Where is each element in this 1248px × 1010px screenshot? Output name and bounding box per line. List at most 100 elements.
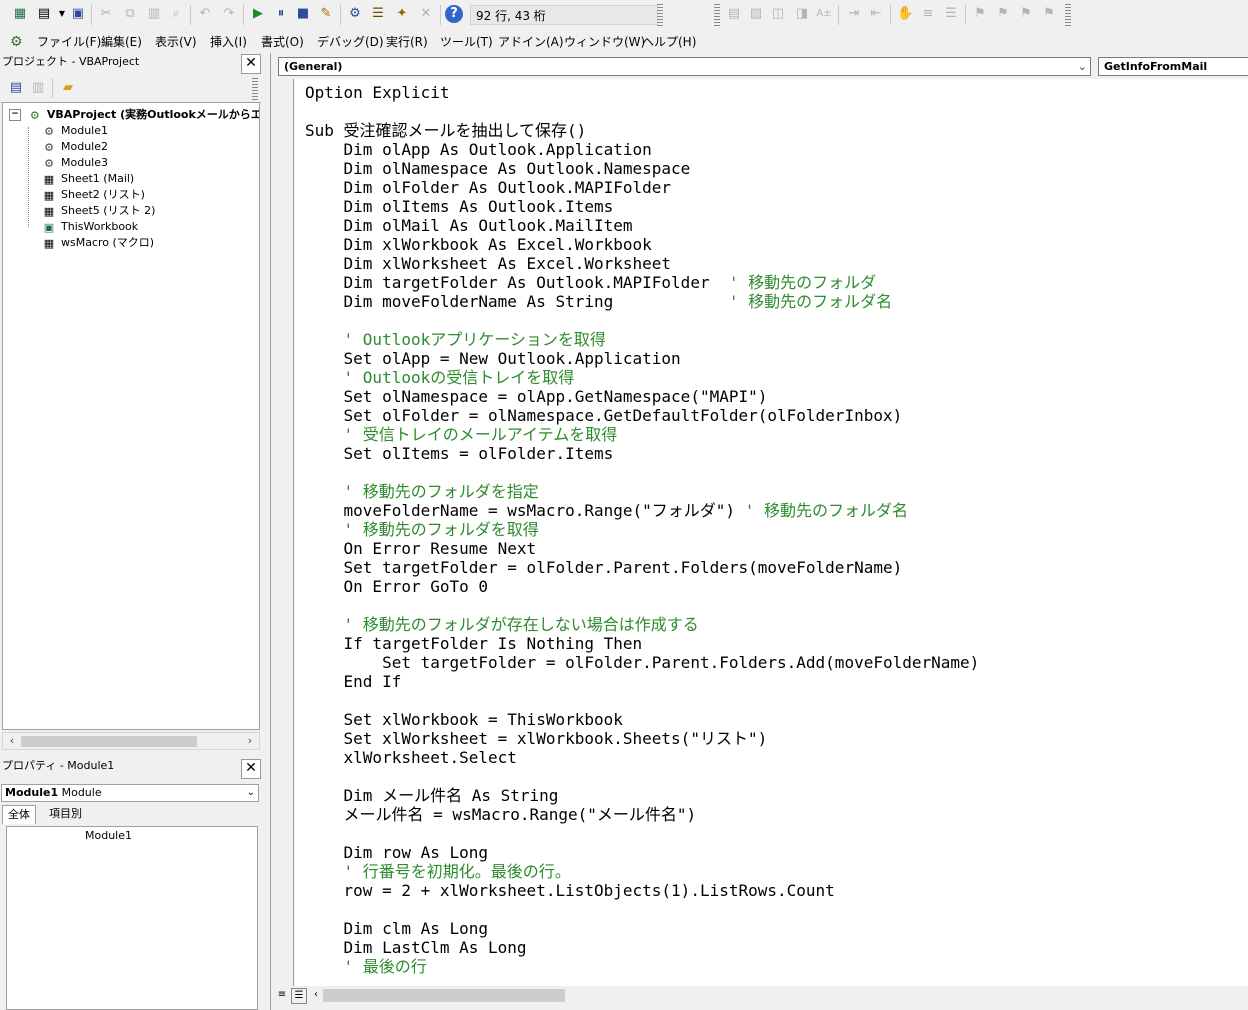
code-line[interactable]: xlWorksheet.Select — [305, 748, 517, 767]
chevron-down-icon[interactable]: ⌄ — [247, 785, 255, 801]
code-line[interactable]: Dim xlWorkbook As Excel.Workbook — [305, 235, 652, 254]
scroll-left-icon[interactable]: ‹ — [309, 988, 323, 1002]
code-line[interactable]: ' 移動先のフォルダが存在しない場合は作成する — [305, 615, 699, 634]
code-line[interactable]: On Error Resume Next — [305, 539, 537, 558]
view-code-icon[interactable]: ▤ — [8, 80, 24, 96]
code-line[interactable]: Dim xlWorksheet As Excel.Worksheet — [305, 254, 672, 273]
excel-icon[interactable]: ▦ — [12, 6, 28, 22]
code-line[interactable]: ' Outlookアプリケーションを取得 — [305, 330, 606, 349]
property-row-name[interactable]: Module1 — [85, 829, 132, 842]
indent-icon[interactable]: ⇥ — [846, 6, 862, 22]
run-icon[interactable]: ▶ — [250, 6, 266, 22]
save-icon[interactable]: ▣ — [70, 6, 86, 22]
outdent-icon[interactable]: ⇤ — [868, 6, 884, 22]
toolbar-grip[interactable] — [657, 4, 663, 26]
code-line[interactable]: ' 行番号を初期化。最後の行。 — [305, 862, 571, 881]
view-object-icon[interactable]: ▥ — [30, 80, 46, 96]
menu-help[interactable]: ヘルプ(H) — [642, 34, 696, 50]
tree-item-wsmacro[interactable]: ▦ wsMacro (マクロ) — [41, 235, 154, 251]
object-browser-icon[interactable]: ✦ — [394, 6, 410, 22]
full-module-view-icon[interactable]: ☰ — [291, 988, 307, 1004]
code-line[interactable]: Option Explicit — [305, 83, 450, 102]
code-line[interactable]: Dim olNamespace As Outlook.Namespace — [305, 159, 691, 178]
code-line[interactable]: ' 受信トレイのメールアイテムを取得 — [305, 425, 618, 444]
properties-icon[interactable]: ☰ — [370, 6, 386, 22]
menu-addins[interactable]: アドイン(A) — [498, 34, 564, 50]
paste-icon[interactable]: ▥ — [146, 6, 162, 22]
code-line[interactable]: ' 移動先のフォルダを指定 — [305, 482, 539, 501]
parameter-info-icon[interactable]: ◨ — [794, 6, 810, 22]
menu-view[interactable]: 表示(V) — [155, 34, 197, 50]
tree-root[interactable]: − ⚙ VBAProject (実務Outlookメールからエ — [9, 107, 259, 123]
procedure-combo[interactable]: GetInfoFromMail — [1098, 57, 1248, 76]
tree-item-sheet2[interactable]: ▦ Sheet2 (リスト) — [41, 187, 145, 203]
toggle-bookmark-icon[interactable]: ⚑ — [972, 6, 988, 22]
find-icon[interactable]: ⌕ — [168, 6, 184, 22]
code-line[interactable]: メール件名 = wsMacro.Range("メール件名") — [305, 805, 697, 824]
menu-window[interactable]: ウィンドウ(W) — [564, 34, 645, 50]
code-editor[interactable]: Option Explicit Sub 受注確認メールを抽出して保存() Dim … — [295, 79, 1248, 986]
menu-insert[interactable]: 挿入(I) — [210, 34, 247, 50]
code-line[interactable]: Set olFolder = olNamespace.GetDefaultFol… — [305, 406, 903, 425]
menu-format[interactable]: 書式(O) — [261, 34, 304, 50]
copy-icon[interactable]: ⧉ — [122, 6, 138, 22]
code-line[interactable]: Dim moveFolderName As String ' 移動先のフォルダ名 — [305, 292, 893, 311]
code-line[interactable]: Set xlWorkbook = ThisWorkbook — [305, 710, 623, 729]
menu-edit[interactable]: 編集(E) — [101, 34, 142, 50]
tree-item-module1[interactable]: ⚙ Module1 — [41, 123, 108, 139]
code-line[interactable]: Set olItems = olFolder.Items — [305, 444, 614, 463]
toolbar-grip[interactable] — [714, 4, 720, 26]
next-bookmark-icon[interactable]: ⚑ — [995, 6, 1011, 22]
code-line[interactable]: Dim targetFolder As Outlook.MAPIFolder '… — [305, 273, 877, 292]
menu-tools[interactable]: ツール(T) — [440, 34, 493, 50]
complete-word-icon[interactable]: A± — [816, 6, 832, 22]
vba-app-icon[interactable]: ⚙ — [10, 33, 28, 51]
code-line[interactable]: Set targetFolder = olFolder.Parent.Folde… — [305, 558, 903, 577]
toolbar-grip[interactable] — [252, 78, 258, 100]
chevron-down-icon[interactable]: ▼ — [54, 6, 70, 22]
reset-icon[interactable]: ■ — [295, 6, 311, 22]
scroll-thumb[interactable] — [323, 989, 565, 1002]
comment-block-icon[interactable]: ≡ — [920, 6, 936, 22]
scroll-right-icon[interactable]: › — [243, 734, 257, 748]
code-line[interactable]: On Error GoTo 0 — [305, 577, 489, 596]
menu-run[interactable]: 実行(R) — [386, 34, 428, 50]
code-line[interactable]: ' Outlookの受信トレイを取得 — [305, 368, 575, 387]
code-line[interactable]: Dim LastClm As Long — [305, 938, 527, 957]
object-combo[interactable]: (General) ⌄ — [278, 57, 1091, 76]
project-close-button[interactable]: ✕ — [241, 54, 261, 74]
scroll-left-icon[interactable]: ‹ — [5, 734, 19, 748]
properties-close-button[interactable]: ✕ — [241, 759, 261, 779]
code-line[interactable]: ' 移動先のフォルダを取得 — [305, 520, 539, 539]
list-constants-icon[interactable]: ▧ — [748, 6, 764, 22]
previous-bookmark-icon[interactable]: ⚑ — [1018, 6, 1034, 22]
help-icon[interactable]: ? — [445, 5, 463, 23]
code-line[interactable]: Sub 受注確認メールを抽出して保存() — [305, 121, 586, 140]
tree-item-sheet5[interactable]: ▦ Sheet5 (リスト 2) — [41, 203, 156, 219]
pane-splitter[interactable] — [262, 53, 270, 1010]
tree-item-module2[interactable]: ⚙ Module2 — [41, 139, 108, 155]
code-line[interactable]: If targetFolder Is Nothing Then — [305, 634, 643, 653]
toolbar-grip[interactable] — [1065, 4, 1071, 26]
menu-debug[interactable]: デバッグ(D) — [317, 34, 384, 50]
quick-info-icon[interactable]: ◫ — [770, 6, 786, 22]
toggle-folders-icon[interactable]: ▰ — [60, 80, 76, 96]
redo-icon[interactable]: ↷ — [221, 6, 237, 22]
code-line[interactable]: Dim olFolder As Outlook.MAPIFolder — [305, 178, 672, 197]
code-line[interactable]: Dim olItems As Outlook.Items — [305, 197, 614, 216]
code-line[interactable]: Set olNamespace = olApp.GetNamespace("MA… — [305, 387, 768, 406]
code-line[interactable]: Set targetFolder = olFolder.Parent.Folde… — [305, 653, 979, 672]
code-line[interactable]: Set xlWorksheet = xlWorkbook.Sheets("リスト… — [305, 729, 768, 748]
chevron-down-icon[interactable]: ⌄ — [1078, 58, 1087, 75]
code-line[interactable]: Dim olApp As Outlook.Application — [305, 140, 652, 159]
code-line[interactable]: Dim メール件名 As String — [305, 786, 559, 805]
project-tree[interactable]: − ⚙ VBAProject (実務Outlookメールからエ ⚙ Module1 … — [2, 102, 260, 730]
toggle-breakpoint-icon[interactable]: ✋ — [897, 6, 913, 22]
project-explorer-icon[interactable]: ⚙ — [347, 6, 363, 22]
procedure-view-icon[interactable]: ≡ — [275, 988, 289, 1002]
code-line[interactable]: moveFolderName = wsMacro.Range("フォルダ") '… — [305, 501, 908, 520]
code-line[interactable]: Dim olMail As Outlook.MailItem — [305, 216, 633, 235]
clear-bookmarks-icon[interactable]: ⚑ — [1041, 6, 1057, 22]
tab-alphabetic[interactable]: 全体 — [2, 805, 36, 824]
tree-item-module3[interactable]: ⚙ Module3 — [41, 155, 108, 171]
